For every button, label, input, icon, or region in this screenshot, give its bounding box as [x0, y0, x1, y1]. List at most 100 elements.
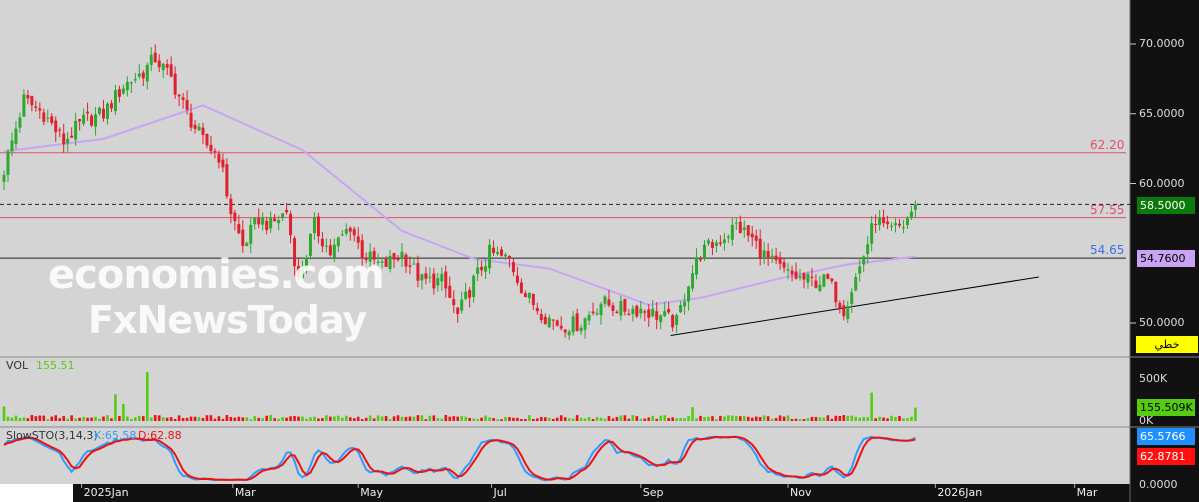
- volume-bar: [540, 416, 543, 421]
- volume-bar: [735, 415, 738, 421]
- candle-body: [125, 81, 129, 91]
- volume-bar: [651, 415, 655, 421]
- candle-body: [734, 222, 738, 224]
- volume-bar: [138, 415, 141, 421]
- candle-body: [551, 319, 555, 321]
- candle-body: [213, 151, 217, 153]
- volume-bar: [766, 416, 770, 421]
- volume-bar: [197, 417, 201, 421]
- volume-bar: [603, 418, 607, 421]
- volume-bar: [301, 416, 304, 421]
- candle-body: [324, 245, 328, 247]
- volume-bar: [707, 416, 710, 421]
- volume-bar: [543, 417, 547, 421]
- volume-bar: [643, 418, 647, 421]
- volume-bar: [78, 417, 81, 421]
- volume-bar: [786, 415, 790, 421]
- volume-bar: [153, 415, 157, 421]
- candle-body: [98, 107, 102, 114]
- candle-body: [249, 224, 253, 244]
- price-chart[interactable]: [0, 0, 1199, 502]
- volume-bar: [579, 417, 583, 421]
- level-label: 54.65: [1090, 243, 1125, 258]
- candle-body: [535, 307, 539, 312]
- volume-bar: [149, 417, 153, 421]
- candle-body: [830, 278, 834, 282]
- candle-body: [257, 218, 261, 225]
- candle-body: [404, 254, 408, 267]
- volume-bar: [142, 416, 145, 421]
- volume-bar: [34, 416, 38, 421]
- volume-bar: [850, 415, 854, 421]
- volume-bar: [599, 417, 603, 421]
- volume-bar: [352, 418, 356, 421]
- volume-bar: [555, 417, 559, 421]
- candle-body: [400, 251, 404, 259]
- candle-body: [671, 315, 675, 328]
- x-tick-label: Mar: [1076, 486, 1098, 499]
- candle-body: [579, 327, 583, 332]
- volume-tick-0k: 0K: [1139, 414, 1154, 427]
- volume-bar: [408, 416, 412, 421]
- sto-title: SlowSTO(3,14,3): [6, 429, 98, 442]
- candle-body: [70, 135, 74, 138]
- volume-bar: [209, 415, 213, 421]
- volume-bar: [774, 418, 778, 421]
- volume-bar: [130, 418, 133, 421]
- chart-mode-button[interactable]: خطي: [1136, 336, 1198, 353]
- volume-bar: [778, 415, 782, 421]
- volume-bar: [567, 418, 571, 421]
- volume-bar: [54, 415, 58, 421]
- candle-body: [519, 282, 523, 294]
- candle-body: [488, 244, 492, 269]
- candle-body: [901, 227, 905, 229]
- volume-bar: [536, 418, 539, 421]
- volume-bar: [524, 418, 527, 421]
- candle-body: [500, 249, 503, 256]
- candle-body: [492, 247, 496, 254]
- volume-title: VOL: [6, 359, 29, 372]
- volume-value: 155.51: [36, 359, 75, 372]
- candle-body: [281, 213, 285, 218]
- candle-body: [472, 275, 476, 298]
- candle-body: [909, 211, 913, 219]
- candle-body: [647, 309, 651, 318]
- candle-body: [46, 117, 50, 119]
- candle-body: [205, 134, 209, 146]
- volume-bar: [74, 418, 77, 421]
- candle-body: [102, 108, 105, 119]
- volume-bar: [862, 417, 865, 421]
- candle-body: [269, 217, 273, 229]
- volume-bar: [432, 415, 436, 421]
- candle-body: [802, 273, 806, 280]
- volume-bar: [631, 415, 635, 421]
- candle-body: [567, 331, 571, 336]
- volume-bar: [30, 415, 34, 421]
- candle-body: [878, 217, 882, 225]
- volume-bar: [798, 418, 802, 421]
- candle-body: [237, 223, 241, 234]
- volume-bar: [758, 417, 762, 421]
- candle-body: [523, 293, 527, 298]
- candle-body: [575, 313, 579, 331]
- volume-bar: [754, 416, 758, 421]
- candle-body: [424, 273, 428, 279]
- volume-bar: [695, 418, 698, 421]
- volume-bar: [671, 417, 674, 421]
- candle-body: [105, 103, 109, 119]
- x-tick-label: 2026Jan: [937, 486, 983, 499]
- volume-bar: [790, 418, 794, 421]
- plot-background: [0, 0, 1130, 484]
- volume-bar: [750, 417, 754, 421]
- volume-bar: [838, 415, 842, 421]
- candle-body: [229, 198, 233, 215]
- candle-body: [527, 292, 531, 299]
- volume-bar: [551, 418, 555, 421]
- candle-body: [432, 273, 436, 289]
- volume-bar: [293, 415, 296, 421]
- candle-body: [245, 242, 249, 246]
- candle-body: [798, 276, 802, 278]
- candle-body: [547, 317, 551, 328]
- k-tag: 65.5766: [1137, 428, 1195, 445]
- candle-body: [615, 311, 619, 314]
